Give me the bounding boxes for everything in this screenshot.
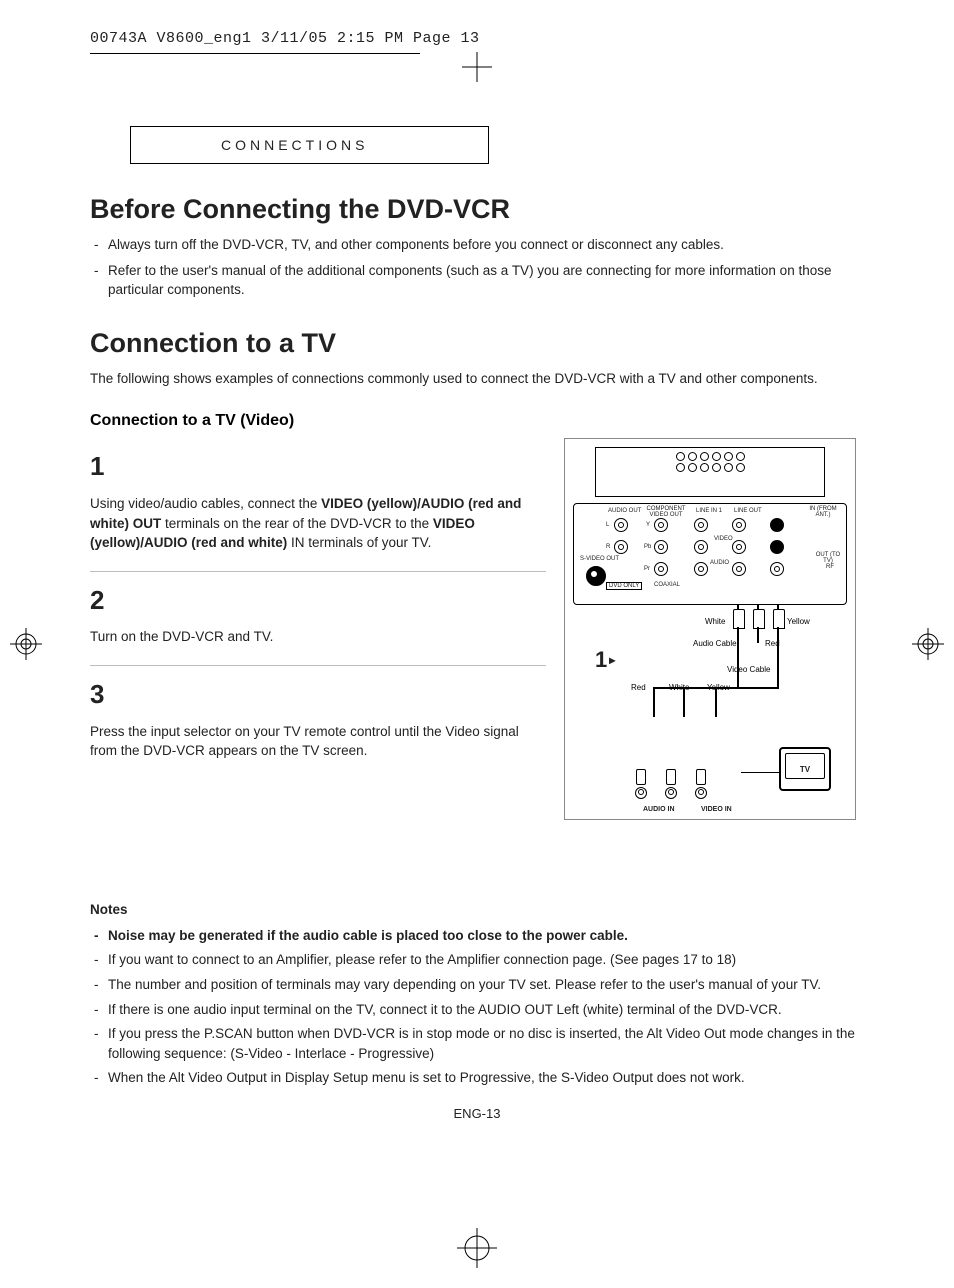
notes-list: Noise may be generated if the audio cabl…: [90, 926, 864, 1088]
step-2-number: 2: [90, 582, 546, 620]
diagram-step-ref: 1: [595, 647, 613, 673]
note-4: If there is one audio input terminal on …: [90, 1000, 864, 1020]
lbl-audio: AUDIO: [710, 560, 729, 566]
before-bullet-2: Refer to the user's manual of the additi…: [90, 261, 864, 300]
step-1-post: IN terminals of your TV.: [287, 535, 431, 550]
step-1-pre: Using video/audio cables, connect the: [90, 496, 321, 511]
step-2-text: Turn on the DVD-VCR and TV.: [90, 627, 546, 647]
lbl-video-cable: Video Cable: [727, 665, 770, 674]
note-3: The number and position of terminals may…: [90, 975, 864, 995]
plug-red-icon: [753, 609, 765, 629]
step-1-number: 1: [90, 448, 546, 486]
heading-before-connecting: Before Connecting the DVD-VCR: [90, 194, 864, 225]
lbl-video-in: VIDEO IN: [701, 806, 732, 813]
before-bullets: Always turn off the DVD-VCR, TV, and oth…: [90, 235, 864, 300]
lbl-white-bottom: White: [669, 683, 689, 692]
lbl-l: L: [606, 522, 609, 528]
lbl-red-bottom: Red: [631, 683, 646, 692]
before-bullet-1: Always turn off the DVD-VCR, TV, and oth…: [90, 235, 864, 255]
dvd-back-panel-icon: AUDIO OUT COMPONENT VIDEO OUT LINE IN 1 …: [573, 503, 847, 605]
lbl-line-in1: LINE IN 1: [696, 508, 722, 514]
section-tab: CONNECTIONS: [130, 126, 489, 164]
step-3: 3 Press the input selector on your TV re…: [90, 666, 546, 779]
note-1: Noise may be generated if the audio cabl…: [90, 926, 864, 946]
svideo-jack-icon: [586, 566, 606, 586]
lbl-pb: Pb: [644, 544, 651, 550]
lbl-out-to-tv: OUT (TO TV): [814, 552, 842, 564]
lbl-audio-out: AUDIO OUT: [608, 508, 641, 514]
lbl-yellow-bottom: Yellow: [707, 683, 730, 692]
diagram-column: AUDIO OUT COMPONENT VIDEO OUT LINE IN 1 …: [564, 438, 864, 820]
lbl-svideo: S-VIDEO OUT: [580, 556, 619, 562]
print-header-line: 00743A V8600_eng1 3/11/05 2:15 PM Page 1…: [90, 30, 864, 47]
lbl-coaxial: COAXIAL: [654, 582, 680, 588]
crop-mark-top: [462, 52, 492, 82]
heading-connection-tv: Connection to a TV: [90, 328, 864, 359]
print-header-underline: [90, 53, 420, 54]
plug-yellow-icon: [773, 609, 785, 629]
document-page: 00743A V8600_eng1 3/11/05 2:15 PM Page 1…: [0, 0, 954, 1288]
lbl-video: VIDEO: [714, 536, 733, 542]
plug-white-icon: [733, 609, 745, 629]
registration-mark-left: [10, 628, 42, 660]
connection-intro-text: The following shows examples of connecti…: [90, 369, 864, 389]
lbl-y: Y: [646, 522, 650, 528]
dvd-unit-front-icon: [595, 447, 825, 497]
lbl-dvd-only: DVD ONLY: [606, 582, 642, 590]
notes-title: Notes: [90, 900, 864, 920]
lbl-line-out: LINE OUT: [734, 508, 762, 514]
step-1-mid: terminals on the rear of the DVD-VCR to …: [161, 516, 433, 531]
lbl-in-from-ant: IN (FROM ANT.): [806, 506, 840, 518]
lbl-yellow: Yellow: [787, 617, 810, 626]
lbl-pr: Pr: [644, 566, 650, 572]
lbl-audio-cable: Audio Cable: [693, 639, 737, 648]
steps-column: 1 Using video/audio cables, connect the …: [90, 438, 546, 778]
crop-mark-bottom: [457, 1228, 497, 1268]
registration-mark-right: [912, 628, 944, 660]
note-5: If you press the P.SCAN button when DVD-…: [90, 1024, 864, 1063]
sub-heading-video: Connection to a TV (Video): [90, 412, 864, 430]
step-1: 1 Using video/audio cables, connect the …: [90, 438, 546, 571]
page-number: ENG-13: [90, 1106, 864, 1121]
notes-section: Notes Noise may be generated if the audi…: [90, 900, 864, 1088]
tv-icon: TV: [779, 747, 831, 791]
note-6: When the Alt Video Output in Display Set…: [90, 1068, 864, 1088]
step-3-number: 3: [90, 676, 546, 714]
lbl-tv: TV: [800, 765, 810, 774]
step-3-text: Press the input selector on your TV remo…: [90, 722, 546, 761]
lbl-component: COMPONENT VIDEO OUT: [646, 506, 686, 518]
note-2: If you want to connect to an Amplifier, …: [90, 950, 864, 970]
tv-input-panel-icon: [635, 769, 707, 799]
lbl-rf: RF: [826, 564, 834, 570]
lbl-white: White: [705, 617, 725, 626]
step-1-text: Using video/audio cables, connect the VI…: [90, 494, 546, 553]
lbl-r: R: [606, 544, 610, 550]
lbl-audio-in: AUDIO IN: [643, 806, 675, 813]
connection-diagram: AUDIO OUT COMPONENT VIDEO OUT LINE IN 1 …: [564, 438, 856, 820]
step-2: 2 Turn on the DVD-VCR and TV.: [90, 572, 546, 666]
